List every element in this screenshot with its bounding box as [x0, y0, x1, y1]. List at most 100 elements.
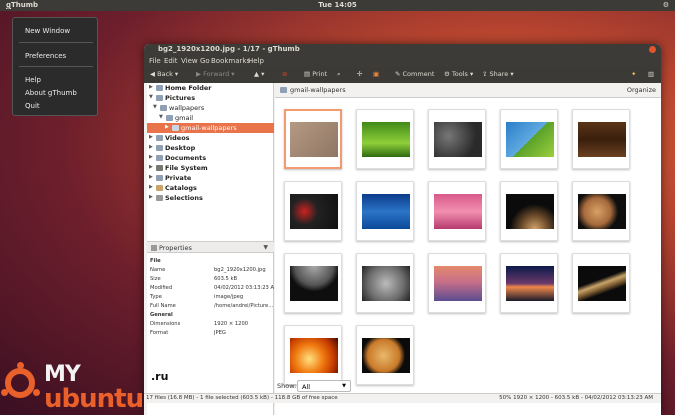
menu-item-help[interactable]: Help: [25, 76, 41, 84]
menu-bookmarks[interactable]: Bookmarks: [211, 57, 250, 65]
expand-arrow-icon[interactable]: ▶: [149, 194, 153, 200]
chevron-down-icon[interactable]: ▼: [263, 244, 268, 251]
thumbnail-sun[interactable]: [284, 325, 342, 385]
comment-label: Comment: [402, 70, 435, 78]
thumbnail-image: [506, 194, 554, 229]
menu-help[interactable]: Help: [248, 57, 264, 65]
property-row: Dimensions 1920 × 1200: [150, 321, 274, 330]
drive-icon: [156, 165, 163, 171]
power-icon[interactable]: ⚙: [663, 1, 669, 9]
menu-file[interactable]: File: [149, 57, 161, 65]
tree-item-label: Selections: [165, 194, 203, 202]
tree-item-desktop[interactable]: ▶ Desktop: [147, 143, 274, 153]
back-button[interactable]: ◀ Back ▾: [150, 70, 178, 78]
show-filter-select[interactable]: All ▼: [297, 380, 351, 392]
tools-button[interactable]: ⚙ Tools ▾: [444, 70, 473, 78]
folder-icon: [172, 125, 179, 131]
tree-item-label: gmail: [175, 114, 194, 122]
thumbnail-ocean[interactable]: [356, 181, 414, 241]
zoom-icon[interactable]: ⌕: [337, 70, 341, 79]
tree-item-label: gmail-wallpapers: [181, 124, 237, 132]
tree-item-label: Catalogs: [165, 184, 197, 192]
expand-arrow-icon[interactable]: ▶: [165, 124, 169, 130]
top-panel: gThumb Tue 14:05 ⚙: [0, 0, 675, 11]
stop-icon[interactable]: ⊘: [282, 70, 287, 78]
thumbnail-image: [362, 194, 410, 229]
back-label: Back: [157, 70, 173, 78]
expand-arrow-icon[interactable]: ▶: [149, 144, 153, 150]
tree-item-selections[interactable]: ▶ Selections: [147, 193, 274, 203]
forward-label: Forward: [203, 70, 230, 78]
organize-button[interactable]: Organize: [627, 86, 656, 94]
thumbnail-venus[interactable]: [356, 325, 414, 385]
close-window-icon[interactable]: [649, 46, 656, 53]
expand-arrow-icon[interactable]: ▶: [149, 184, 153, 190]
tree-item-wallpapers[interactable]: ▼ wallpapers: [147, 103, 274, 113]
menu-go[interactable]: Go: [200, 57, 210, 65]
tree-item-file-system[interactable]: ▶ File System: [147, 163, 274, 173]
property-row: Name bg2_1920x1200.jpg: [150, 267, 274, 276]
menu-item-new-window[interactable]: New Window: [25, 27, 70, 35]
tree-item-label: wallpapers: [169, 104, 205, 112]
thumbnail-grid: [275, 98, 661, 385]
thumbnail-pebbles[interactable]: [428, 109, 486, 169]
tree-item-gmail[interactable]: ▼ gmail: [147, 113, 274, 123]
collapse-arrow-icon[interactable]: ▼: [153, 104, 157, 110]
tree-item-videos[interactable]: ▶ Videos: [147, 133, 274, 143]
property-row: Format JPEG: [150, 330, 274, 339]
tree-item-catalogs[interactable]: ▶ Catalogs: [147, 183, 274, 193]
palette-icon[interactable]: ✦: [631, 70, 636, 78]
thumbnail-saturn[interactable]: [572, 253, 630, 313]
filter-bar: Show: All ▼: [275, 379, 661, 393]
thumbnail-purple-sunset[interactable]: [428, 253, 486, 313]
expand-arrow-icon[interactable]: ▶: [149, 84, 153, 90]
print-button[interactable]: ▤ Print: [304, 70, 327, 78]
thumbnail-moon-edge[interactable]: [284, 253, 342, 313]
view-mode-icon[interactable]: ▥: [648, 70, 654, 78]
tree-item-private[interactable]: ▶ Private: [147, 173, 274, 183]
tree-item-gmail-wallpapers[interactable]: ▶ gmail-wallpapers: [147, 123, 274, 133]
folder-icon: [156, 145, 163, 151]
thumbnail-dusk-horizon[interactable]: [500, 253, 558, 313]
comment-button[interactable]: ✎ Comment: [395, 70, 434, 78]
tree-item-pictures[interactable]: ▼ Pictures: [147, 93, 274, 103]
thumbnail-grass[interactable]: [356, 109, 414, 169]
thumbnail-dark-wood[interactable]: [572, 109, 630, 169]
status-left: 17 files (16.8 MB) - 1 file selected (60…: [146, 395, 338, 401]
menu-view[interactable]: View: [181, 57, 198, 65]
folder-icon: [156, 155, 163, 161]
expand-arrow-icon[interactable]: ▶: [149, 164, 153, 170]
menu-item-preferences[interactable]: Preferences: [25, 52, 66, 60]
expand-arrow-icon[interactable]: ▶: [149, 154, 153, 160]
tree-item-home-folder[interactable]: ▶ Home Folder: [147, 83, 274, 93]
thumbnail-wood-light[interactable]: [284, 109, 342, 169]
menu-item-about[interactable]: About gThumb: [25, 89, 77, 97]
thumbnail-balls[interactable]: [284, 181, 342, 241]
location-folder[interactable]: gmail-wallpapers: [290, 86, 346, 94]
thumbnail-mars[interactable]: [572, 181, 630, 241]
thumbnail-planet-dark[interactable]: [500, 181, 558, 241]
clock[interactable]: Tue 14:05: [0, 1, 675, 9]
property-key: Type: [150, 294, 162, 300]
share-button[interactable]: ⇪ Share ▾: [482, 70, 514, 78]
expand-arrow-icon[interactable]: ▶: [149, 174, 153, 180]
menu-edit[interactable]: Edit: [164, 57, 178, 65]
rotate-icon[interactable]: ✢: [357, 70, 362, 78]
edit-image-icon[interactable]: ▣: [373, 70, 379, 78]
collapse-arrow-icon[interactable]: ▼: [159, 114, 163, 120]
tree-item-label: Pictures: [165, 94, 196, 102]
properties-header: Properties: [159, 244, 192, 252]
forward-button[interactable]: ▶ Forward ▾: [196, 70, 235, 78]
location-bar: gmail-wallpapers Organize: [275, 83, 661, 98]
thumbnail-pink-sunset[interactable]: [428, 181, 486, 241]
window-titlebar[interactable]: bg2_1920x1200.jpg - 1/17 - gThumb: [144, 44, 661, 55]
logo-ru-text: .ru: [151, 370, 169, 383]
thumbnail-moon-surface[interactable]: [356, 253, 414, 313]
tree-item-documents[interactable]: ▶ Documents: [147, 153, 274, 163]
properties-selector[interactable]: Properties ▼: [147, 241, 274, 253]
menu-item-quit[interactable]: Quit: [25, 102, 40, 110]
expand-arrow-icon[interactable]: ▶: [149, 134, 153, 140]
up-arrow-icon[interactable]: ▲ ▾: [254, 70, 264, 78]
collapse-arrow-icon[interactable]: ▼: [149, 94, 153, 100]
thumbnail-leaves-sky[interactable]: [500, 109, 558, 169]
